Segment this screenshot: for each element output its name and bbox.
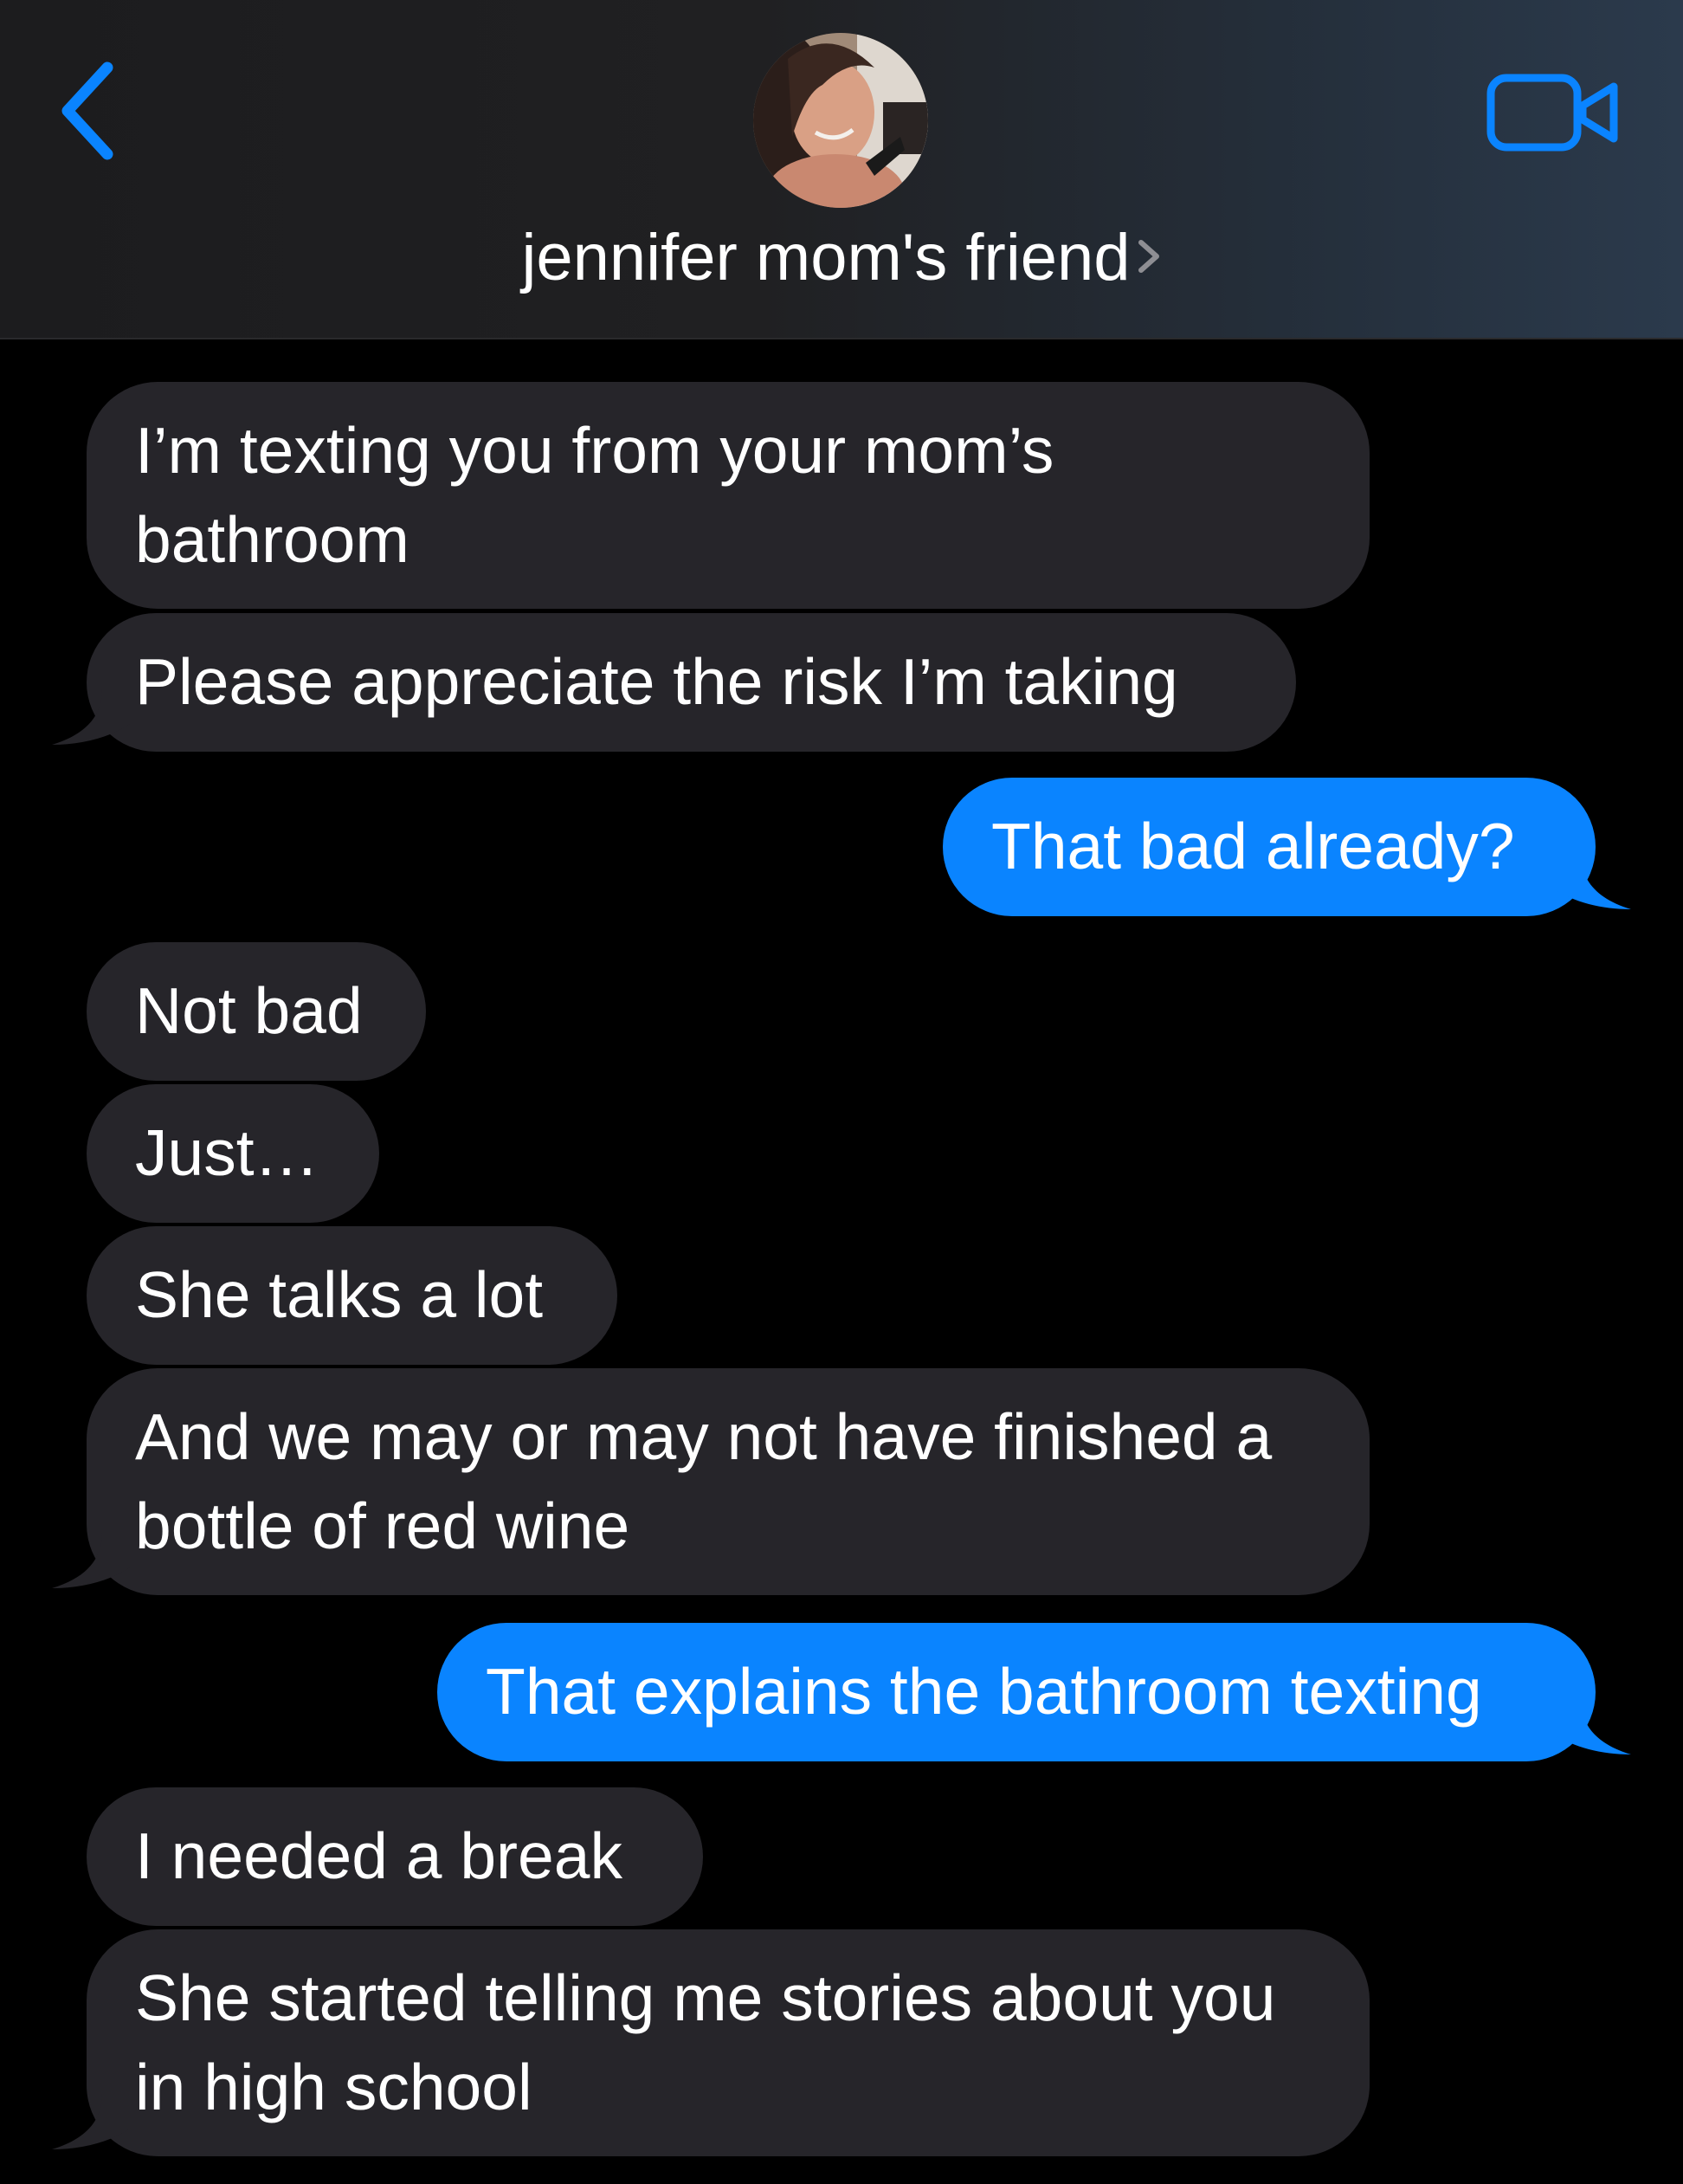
bubble-tail (52, 2094, 130, 2149)
message-bubble-incoming[interactable]: I needed a break (87, 1787, 703, 1926)
message-bubble-incoming[interactable]: And we may or may not have finished a bo… (87, 1368, 1370, 1595)
bubble-tail (52, 1533, 130, 1588)
message-text: Not bad (135, 974, 363, 1047)
chevron-right-icon (1134, 224, 1162, 294)
conversation-header: jennifer mom's friend (0, 0, 1683, 339)
back-button[interactable] (48, 54, 126, 166)
contact-avatar[interactable] (753, 33, 928, 208)
contact-name-label: jennifer mom's friend (521, 221, 1131, 294)
chevron-left-icon (61, 61, 113, 160)
message-text: She talks a lot (135, 1258, 544, 1331)
bubble-tail (1553, 1699, 1631, 1754)
message-bubble-outgoing[interactable]: That explains the bathroom texting (437, 1623, 1596, 1761)
message-bubble-incoming[interactable]: I’m texting you from your mom’s bathroom (87, 382, 1370, 609)
contact-name-button[interactable]: jennifer mom's friend (0, 223, 1683, 294)
message-bubble-incoming[interactable]: She started telling me stories about you… (87, 1929, 1370, 2156)
message-bubble-incoming[interactable]: Just… (87, 1084, 379, 1223)
message-text: I’m texting you from your mom’s bathroom (135, 414, 1054, 576)
bubble-tail (52, 689, 130, 745)
message-bubble-incoming[interactable]: Not bad (87, 942, 426, 1081)
message-text: She started telling me stories about you… (135, 1961, 1276, 2123)
message-bubble-outgoing[interactable]: That bad already? (943, 778, 1596, 916)
message-text: That bad already? (991, 810, 1515, 882)
facetime-video-button[interactable] (1486, 71, 1624, 158)
message-text: Just… (135, 1116, 319, 1189)
message-text: Please appreciate the risk I’m taking (135, 645, 1178, 718)
message-text: And we may or may not have finished a bo… (135, 1400, 1273, 1562)
message-text: That explains the bathroom texting (486, 1655, 1482, 1728)
video-camera-icon (1486, 74, 1618, 152)
message-bubble-incoming[interactable]: Please appreciate the risk I’m taking (87, 613, 1296, 752)
message-text: I needed a break (135, 1819, 622, 1892)
bubble-tail (1553, 854, 1631, 909)
message-bubble-incoming[interactable]: She talks a lot (87, 1226, 617, 1365)
